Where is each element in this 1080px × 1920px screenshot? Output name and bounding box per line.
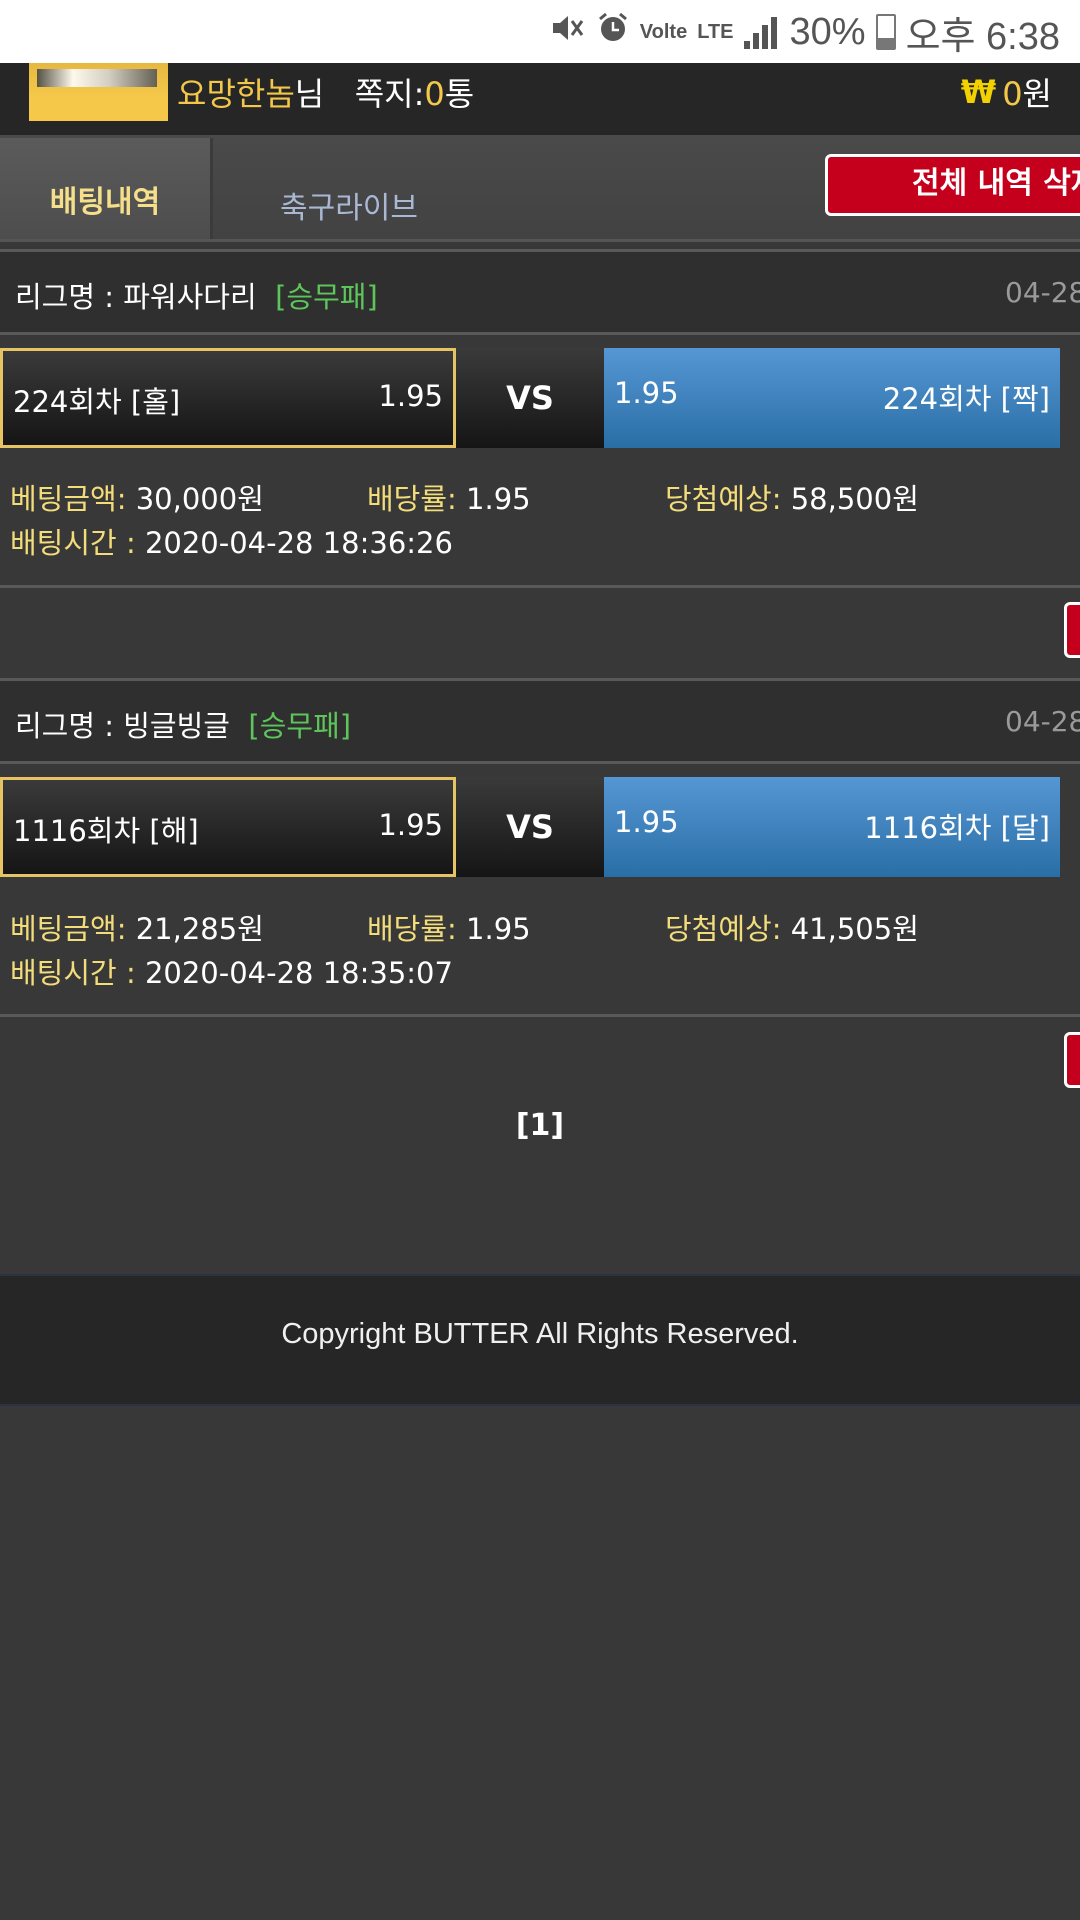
delete-bet-button[interactable] xyxy=(1064,1032,1080,1088)
bet-time-label: 배팅시간 : xyxy=(10,956,136,990)
bet-amount: 베팅금액: 21,285원 xyxy=(10,906,264,948)
pick-left-selected[interactable]: 224회차 [홀] 1.95 xyxy=(0,348,456,448)
expected-win-value: 58,500원 xyxy=(790,482,919,516)
vip-logo xyxy=(29,63,168,121)
bet-time-label: 배팅시간 : xyxy=(10,526,136,560)
divider xyxy=(0,761,1080,764)
delete-all-button[interactable]: 전체 내역 삭제 xyxy=(825,154,1080,216)
bet-type: [승무패] xyxy=(248,709,352,743)
honorific: 님 xyxy=(294,75,325,113)
pick-left-odds: 1.95 xyxy=(378,379,443,413)
expected-win: 당첨예상: 58,500원 xyxy=(665,476,919,518)
league-row: 리그명 : 빙글빙글 [승무패] 04-28 xyxy=(0,681,1080,761)
clock: 오후 6:38 xyxy=(905,15,1060,58)
pick-left-selected[interactable]: 1116회차 [해] 1.95 xyxy=(0,777,456,877)
mute-icon xyxy=(550,11,586,53)
balance: ₩ 0원 xyxy=(961,69,1052,115)
status-icons: Volte LTE 30% 오후 6:38 xyxy=(550,8,1060,58)
bet-odds-label: 배당률: xyxy=(367,482,457,516)
match-row: 224회차 [홀] 1.95 VS 1.95 224회차 [짝] xyxy=(0,348,1080,448)
pagination: [1] xyxy=(0,1108,1080,1143)
expected-win-value: 41,505원 xyxy=(790,912,919,946)
pick-right-odds: 1.95 xyxy=(614,376,679,410)
bet-odds-value: 1.95 xyxy=(466,912,531,946)
page-link-current[interactable]: [1] xyxy=(516,1108,564,1143)
match-row: 1116회차 [해] 1.95 VS 1.95 1116회차 [달] xyxy=(0,777,1080,877)
delete-bet-button[interactable] xyxy=(1064,602,1080,658)
pick-left-name: 224회차 [홀] xyxy=(13,385,181,419)
bet-amount: 베팅금액: 30,000원 xyxy=(10,476,264,518)
balance-amount: 0 xyxy=(1002,75,1023,113)
pick-right-name: 1116회차 [달] xyxy=(864,811,1050,845)
bet-time-value: 2020-04-28 18:36:26 xyxy=(144,526,453,560)
bet-odds: 배당률: 1.95 xyxy=(367,476,531,518)
alarm-icon xyxy=(596,11,630,53)
messages-link[interactable]: 쪽지:0통 xyxy=(355,75,474,113)
pick-left-name: 1116회차 [해] xyxy=(13,814,199,848)
bet-time: 배팅시간 : 2020-04-28 18:36:26 xyxy=(10,520,453,562)
vs-label: VS xyxy=(456,777,604,877)
league-row: 리그명 : 파워사다리 [승무패] 04-28 xyxy=(0,252,1080,332)
copyright-text: Copyright BUTTER All Rights Reserved. xyxy=(281,1318,799,1350)
league-label: 리그명 : 빙글빙글 [승무패] xyxy=(15,703,351,745)
bet-date: 04-28 xyxy=(1005,705,1080,738)
tab-betting-history[interactable]: 배팅내역 xyxy=(0,138,213,239)
league-label-prefix: 리그명 : xyxy=(15,709,124,743)
messages-unit: 통 xyxy=(444,75,475,113)
league-name: 파워사다리 xyxy=(123,280,257,314)
tab-soccer-live[interactable]: 축구라이브 xyxy=(280,183,418,227)
league-label-prefix: 리그명 : xyxy=(15,280,124,314)
won-icon: ₩ xyxy=(960,73,997,111)
lte-icon: LTE xyxy=(697,20,734,43)
bet-type: [승무패] xyxy=(275,280,378,314)
bet-odds: 배당률: 1.95 xyxy=(367,906,531,948)
bet-amount-label: 베팅금액: xyxy=(10,482,127,516)
pick-left-odds: 1.95 xyxy=(378,808,443,842)
account-header: 요망한놈님 쪽지:0통 ₩ 0원 xyxy=(0,63,1080,135)
divider xyxy=(0,585,1080,588)
vs-label: VS xyxy=(456,348,604,448)
expected-win: 당첨예상: 41,505원 xyxy=(665,906,919,948)
battery-percent: 30% xyxy=(789,10,866,53)
volte-icon: Volte xyxy=(639,20,688,43)
user-info: 요망한놈님 쪽지:0통 xyxy=(177,69,474,115)
status-bar: Volte LTE 30% 오후 6:38 xyxy=(0,0,1080,63)
bet-odds-label: 배당률: xyxy=(367,912,457,946)
pick-right[interactable]: 1.95 224회차 [짝] xyxy=(604,348,1060,448)
bet-time: 배팅시간 : 2020-04-28 18:35:07 xyxy=(10,950,453,992)
divider xyxy=(0,1014,1080,1017)
bet-time-value: 2020-04-28 18:35:07 xyxy=(144,956,453,990)
bet-amount-value: 21,285원 xyxy=(135,912,264,946)
bet-amount-label: 베팅금액: xyxy=(10,912,127,946)
bet-amount-value: 30,000원 xyxy=(135,482,264,516)
league-name: 빙글빙글 xyxy=(123,709,230,743)
bet-odds-value: 1.95 xyxy=(466,482,531,516)
pick-right-name: 224회차 [짝] xyxy=(882,382,1050,416)
username[interactable]: 요망한놈 xyxy=(177,75,295,113)
footer: Copyright BUTTER All Rights Reserved. xyxy=(0,1274,1080,1406)
league-label: 리그명 : 파워사다리 [승무패] xyxy=(15,274,378,316)
signal-icon xyxy=(743,15,780,49)
pick-right-odds: 1.95 xyxy=(614,805,679,839)
expected-win-label: 당첨예상: xyxy=(665,482,782,516)
divider xyxy=(0,332,1080,335)
expected-win-label: 당첨예상: xyxy=(665,912,782,946)
messages-label: 쪽지: xyxy=(354,75,425,113)
tab-bar: 배팅내역 축구라이브 전체 내역 삭제 xyxy=(0,135,1080,242)
balance-unit: 원 xyxy=(1022,75,1052,113)
pick-right[interactable]: 1.95 1116회차 [달] xyxy=(604,777,1060,877)
battery-icon xyxy=(875,14,896,50)
bet-date: 04-28 xyxy=(1005,276,1080,309)
messages-count: 0 xyxy=(424,75,445,113)
